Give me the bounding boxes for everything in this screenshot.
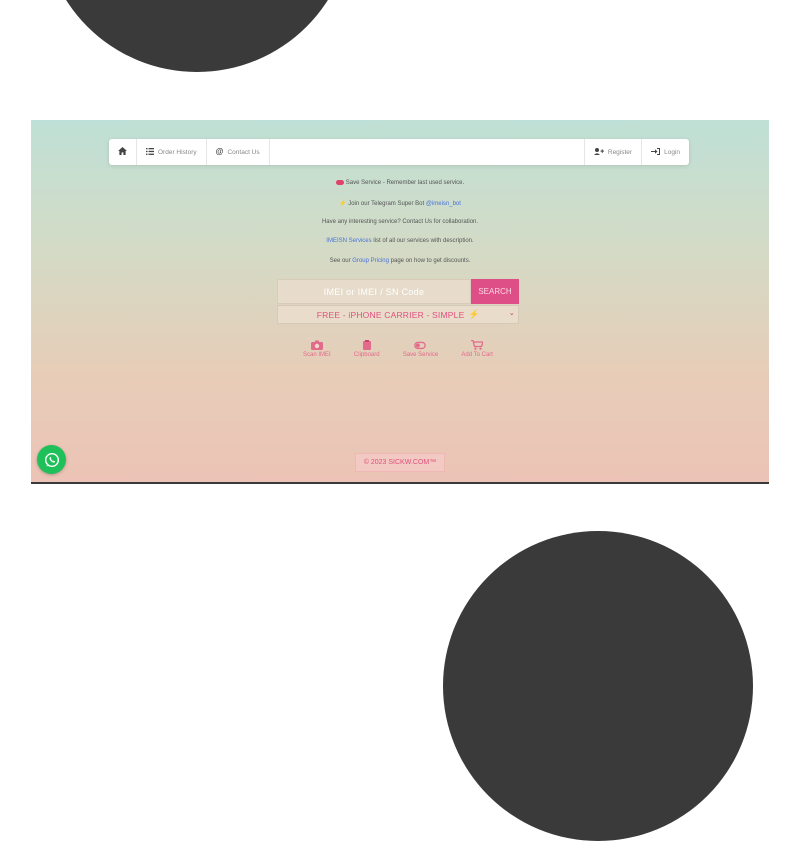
search-placeholder: IMEI or IMEI / SN Code (323, 286, 425, 297)
add-to-cart-label: Add To Cart (461, 352, 493, 358)
info-line-pricing: See our Group Pricing page on how to get… (31, 258, 769, 264)
nav-contact-us-label: Contact Us (227, 148, 260, 156)
nav-home[interactable] (109, 139, 137, 165)
decorative-circle-bottom (443, 531, 753, 841)
clipboard-label: Clipboard (353, 352, 380, 358)
list-icon (146, 147, 154, 157)
services-link[interactable]: IMEISN Services (326, 238, 371, 244)
save-service-button[interactable]: Save Service (403, 340, 438, 358)
whatsapp-chat-button[interactable] (37, 445, 66, 474)
nav-contact-us[interactable]: @ Contact Us (207, 139, 270, 165)
website-screenshot-frame: Order History @ Contact Us Register Logi… (31, 120, 769, 484)
add-to-cart-button[interactable]: Add To Cart (461, 340, 493, 358)
service-select[interactable]: FREE - iPHONE CARRIER - SIMPLE ⚡ ⌄ (277, 305, 519, 324)
search-button[interactable]: SEARCH (471, 279, 519, 304)
imei-search-input[interactable]: IMEI or IMEI / SN Code (277, 279, 471, 304)
toggle-icon (414, 341, 427, 350)
action-buttons: Scan IMEI Clipboard Save Service Add To … (303, 340, 493, 358)
whatsapp-icon (44, 452, 59, 467)
service-select-value: FREE - iPHONE CARRIER - SIMPLE (316, 309, 465, 320)
nav-login-label: Login (664, 148, 680, 156)
nav-order-history[interactable]: Order History (137, 139, 207, 165)
info-pricing-prefix: See our (329, 258, 351, 264)
info-pricing-suffix: page on how to get discounts. (390, 258, 471, 264)
at-sign-icon: @ (215, 147, 224, 156)
sign-in-icon (651, 147, 661, 157)
cart-icon (471, 340, 484, 350)
search-button-label: SEARCH (478, 287, 512, 296)
copyright-text: © 2023 SICKW.COM™ (363, 459, 437, 466)
clipboard-button[interactable]: Clipboard (354, 340, 380, 358)
nav-register-label: Register (607, 148, 633, 156)
info-collaboration-text: Have any interesting service? Contact Us… (321, 219, 479, 225)
clipboard-icon (362, 340, 371, 350)
lightning-icon: ⚡ (468, 309, 480, 319)
save-service-label: Save Service (402, 352, 439, 358)
telegram-bot-link[interactable]: @imeisn_bot (426, 201, 461, 207)
nav-register[interactable]: Register (583, 139, 641, 165)
info-telegram-text: Join our Telegram Super Bot (348, 201, 425, 207)
chevron-down-icon: ⌄ (508, 310, 515, 317)
camera-icon (310, 340, 323, 350)
info-line-collaboration: Have any interesting service? Contact Us… (31, 219, 769, 225)
info-line-services: IMEISN Services list of all our services… (31, 238, 769, 244)
scan-imei-label: Scan IMEI (303, 352, 331, 358)
search-bar: IMEI or IMEI / SN Code SEARCH (277, 279, 519, 304)
toggle-icon (335, 180, 344, 185)
info-save-service-text: Save Service - Remember last used servic… (345, 180, 465, 187)
scan-imei-button[interactable]: Scan IMEI (303, 340, 331, 358)
user-plus-icon (593, 147, 604, 157)
footer-copyright: © 2023 SICKW.COM™ (355, 453, 445, 472)
group-pricing-link[interactable]: Group Pricing (352, 258, 389, 264)
info-services-text: list of all our services with descriptio… (373, 238, 474, 244)
home-icon (118, 147, 127, 157)
decorative-circle-top (42, 0, 352, 72)
lightning-icon: ⚡ (339, 201, 347, 207)
nav-order-history-label: Order History (158, 148, 197, 156)
top-navbar: Order History @ Contact Us Register Logi… (109, 139, 689, 165)
info-line-save-service: Save Service - Remember last used servic… (31, 180, 769, 186)
info-line-telegram: ⚡ Join our Telegram Super Bot @imeisn_bo… (31, 200, 769, 207)
nav-login[interactable]: Login (641, 139, 689, 165)
